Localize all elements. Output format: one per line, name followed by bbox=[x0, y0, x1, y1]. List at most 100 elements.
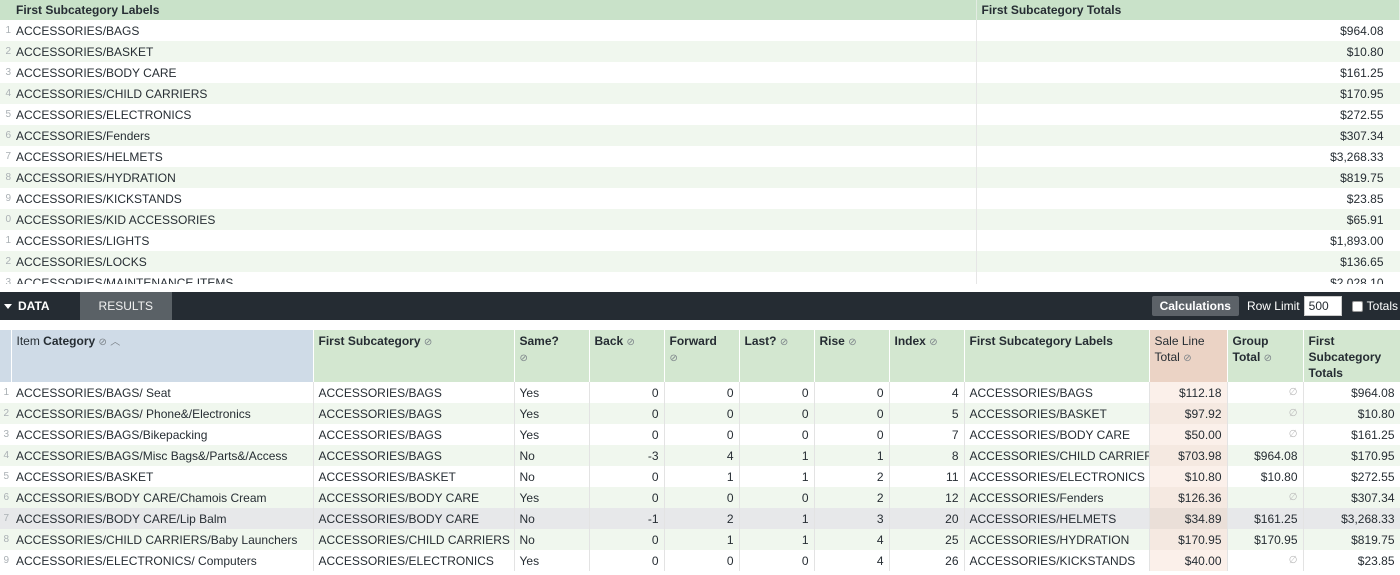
results-table-row[interactable]: 0 ACCESSORIES/KID ACCESSORIES $65.91 bbox=[0, 209, 1400, 230]
tab-results[interactable]: RESULTS bbox=[79, 292, 173, 320]
column-header-first-subcategory-labels[interactable]: First Subcategory Labels bbox=[964, 330, 1150, 382]
row-number: 6 bbox=[0, 487, 11, 508]
column-header-sale-line-total[interactable]: Sale Line Total ⊘ bbox=[1149, 330, 1228, 382]
results-table-row[interactable]: 6 ACCESSORIES/Fenders $307.34 bbox=[0, 125, 1400, 146]
data-toolbar: DATA RESULTS Calculations Row Limit Tota… bbox=[0, 292, 1400, 320]
cell-last: 0 bbox=[739, 403, 815, 424]
data-table-row[interactable]: 1 ACCESSORIES/BAGS/ Seat ACCESSORIES/BAGS Y… bbox=[0, 382, 1400, 403]
cell-first-subcategory: ACCESSORIES/BODY CARE bbox=[313, 508, 515, 529]
cell-last: 1 bbox=[739, 529, 815, 550]
cell-first-subcategory-label: ACCESSORIES/KICKSTANDS bbox=[11, 188, 977, 209]
cell-last: 0 bbox=[739, 382, 815, 403]
cell-rise: 4 bbox=[814, 550, 890, 571]
sort-ascending-icon[interactable]: ︿ bbox=[110, 337, 120, 348]
row-limit-input[interactable] bbox=[1303, 296, 1342, 316]
sale-line-header-line2: Total bbox=[1154, 350, 1180, 364]
cell-same: Yes bbox=[514, 403, 590, 424]
cell-first-subcategory-label: ACCESSORIES/HELMETS bbox=[964, 508, 1150, 529]
cell-first-subcategory-total: $10.80 bbox=[1303, 403, 1400, 424]
data-table-row[interactable]: 8 ACCESSORIES/CHILD CARRIERS/Baby Launche… bbox=[0, 529, 1400, 550]
hide-eye-icon[interactable]: ⊘ bbox=[1183, 353, 1191, 364]
results-table-row[interactable]: 3 ACCESSORIES/MAINTENANCE ITEMS $2,028.10 bbox=[0, 272, 1400, 284]
results-table-row[interactable]: 2 ACCESSORIES/BASKET $10.80 bbox=[0, 41, 1400, 62]
cell-first-subcategory-label: ACCESSORIES/ELECTRONICS bbox=[11, 104, 977, 125]
cell-index: 5 bbox=[889, 403, 965, 424]
cell-first-subcategory-total: $23.85 bbox=[1346, 191, 1384, 206]
totals-checkbox[interactable] bbox=[1351, 300, 1363, 312]
hide-eye-icon[interactable]: ⊘ bbox=[627, 337, 635, 348]
data-table-row[interactable]: 7 ACCESSORIES/BODY CARE/Lip Balm ACCESSORI… bbox=[0, 508, 1400, 529]
results-table-header: First Subcategory Labels First Subcatego… bbox=[0, 0, 1400, 20]
cell-group-total: $964.08 bbox=[1227, 445, 1304, 466]
results-table-row[interactable]: 7 ACCESSORIES/HELMETS $3,268.33 bbox=[0, 146, 1400, 167]
cell-first-subcategory-label: ACCESSORIES/LIGHTS bbox=[11, 230, 977, 251]
results-table-row[interactable]: 4 ACCESSORIES/CHILD CARRIERS $170.95 bbox=[0, 83, 1400, 104]
cell-rise: 0 bbox=[814, 382, 890, 403]
item-category-prefix: Item bbox=[16, 334, 44, 348]
cell-first-subcategory-total: $964.08 bbox=[1340, 23, 1384, 38]
cell-last: 0 bbox=[739, 487, 815, 508]
cell-back: 0 bbox=[589, 382, 665, 403]
results-table-row[interactable]: 2 ACCESSORIES/LOCKS $136.65 bbox=[0, 251, 1400, 272]
data-table-row[interactable]: 9 ACCESSORIES/ELECTRONICS/ Computers ACCES… bbox=[0, 550, 1400, 571]
column-header-same[interactable]: Same? ⊘ bbox=[514, 330, 590, 382]
column-header-first-subcategory-labels[interactable]: First Subcategory Labels bbox=[11, 0, 977, 20]
cell-first-subcategory-total: $161.25 bbox=[1303, 424, 1400, 445]
cell-forward: 1 bbox=[664, 529, 740, 550]
cell-same: No bbox=[514, 445, 590, 466]
cell-group-total: $10.80 bbox=[1227, 466, 1304, 487]
column-header-rise[interactable]: Rise ⊘ bbox=[814, 330, 890, 382]
cell-first-subcategory-total: $964.08 bbox=[1303, 382, 1400, 403]
data-section-toggle[interactable]: DATA bbox=[18, 299, 80, 313]
column-header-first-subcategory-totals[interactable]: First Subcategory Totals bbox=[976, 0, 1400, 20]
cell-first-subcategory-total: $136.65 bbox=[976, 251, 1400, 272]
cell-forward: 0 bbox=[664, 550, 740, 571]
column-header-last[interactable]: Last? ⊘ bbox=[739, 330, 815, 382]
collapse-caret-icon[interactable] bbox=[4, 303, 12, 309]
column-header-first-subcategory-totals[interactable]: First Subcategory Totals bbox=[1303, 330, 1400, 382]
hide-eye-icon[interactable]: ⊘ bbox=[670, 353, 678, 364]
data-table-row[interactable]: 2 ACCESSORIES/BAGS/ Phone&/Electronics ACC… bbox=[0, 403, 1400, 424]
cell-index: 11 bbox=[889, 466, 965, 487]
column-header-forward[interactable]: Forward ⊘ bbox=[664, 330, 740, 382]
hide-eye-icon[interactable]: ⊘ bbox=[848, 337, 856, 348]
data-table-row[interactable]: 6 ACCESSORIES/BODY CARE/Chamois Cream ACCE… bbox=[0, 487, 1400, 508]
rise-header-label: Rise bbox=[819, 334, 845, 348]
row-number: 5 bbox=[3, 471, 9, 482]
totals-label: Totals bbox=[1366, 299, 1398, 313]
column-header-item-category[interactable]: Item Category ⊘ ︿ bbox=[11, 330, 314, 382]
cell-index: 25 bbox=[889, 529, 965, 550]
hide-eye-icon[interactable]: ⊘ bbox=[780, 337, 788, 348]
results-table-row[interactable]: 8 ACCESSORIES/HYDRATION $819.75 bbox=[0, 167, 1400, 188]
cell-first-subcategory-total: $10.80 bbox=[976, 41, 1400, 62]
results-table-row[interactable]: 5 ACCESSORIES/ELECTRONICS $272.55 bbox=[0, 104, 1400, 125]
data-table-row[interactable]: 3 ACCESSORIES/BAGS/Bikepacking ACCESSORIES… bbox=[0, 424, 1400, 445]
results-table-row[interactable]: 1 ACCESSORIES/BAGS $964.08 bbox=[0, 20, 1400, 41]
column-header-back[interactable]: Back ⊘ bbox=[589, 330, 665, 382]
forward-header-label: Forward bbox=[669, 334, 717, 348]
cell-forward: 0 bbox=[664, 382, 740, 403]
sale-line-header-line1: Sale Line bbox=[1154, 334, 1205, 348]
data-table-row[interactable]: 4 ACCESSORIES/BAGS/Misc Bags&/Parts&/Acce… bbox=[0, 445, 1400, 466]
column-header-index[interactable]: Index ⊘ bbox=[889, 330, 965, 382]
cell-first-subcategory: ACCESSORIES/BODY CARE bbox=[313, 487, 515, 508]
calculations-button[interactable]: Calculations bbox=[1151, 296, 1239, 316]
cell-first-subcategory-label: ACCESSORIES/BODY CARE bbox=[11, 62, 977, 83]
results-table-row[interactable]: 3 ACCESSORIES/BODY CARE $161.25 bbox=[0, 62, 1400, 83]
results-table-row[interactable]: 9 ACCESSORIES/KICKSTANDS $23.85 bbox=[0, 188, 1400, 209]
hide-eye-icon[interactable]: ⊘ bbox=[99, 337, 107, 348]
data-table-row[interactable]: 5 ACCESSORIES/BASKET ACCESSORIES/BASKET No 0… bbox=[0, 466, 1400, 487]
hide-eye-icon[interactable]: ⊘ bbox=[929, 337, 937, 348]
row-number: 3 bbox=[0, 272, 11, 284]
cell-rise: 1 bbox=[814, 445, 890, 466]
column-header-first-subcategory[interactable]: First Subcategory ⊘ bbox=[313, 330, 515, 382]
hide-eye-icon[interactable]: ⊘ bbox=[1264, 353, 1272, 364]
hide-eye-icon[interactable]: ⊘ bbox=[520, 353, 528, 364]
results-table-row[interactable]: 1 ACCESSORIES/LIGHTS $1,893.00 bbox=[0, 230, 1400, 251]
cell-first-subcategory-total: $1,893.00 bbox=[1330, 233, 1384, 248]
cell-forward: 1 bbox=[664, 466, 740, 487]
column-header-group-total[interactable]: Group Total ⊘ bbox=[1227, 330, 1304, 382]
row-number: 3 bbox=[3, 429, 9, 440]
hide-eye-icon[interactable]: ⊘ bbox=[424, 337, 432, 348]
cell-first-subcategory-label: ACCESSORIES/Fenders bbox=[964, 487, 1150, 508]
